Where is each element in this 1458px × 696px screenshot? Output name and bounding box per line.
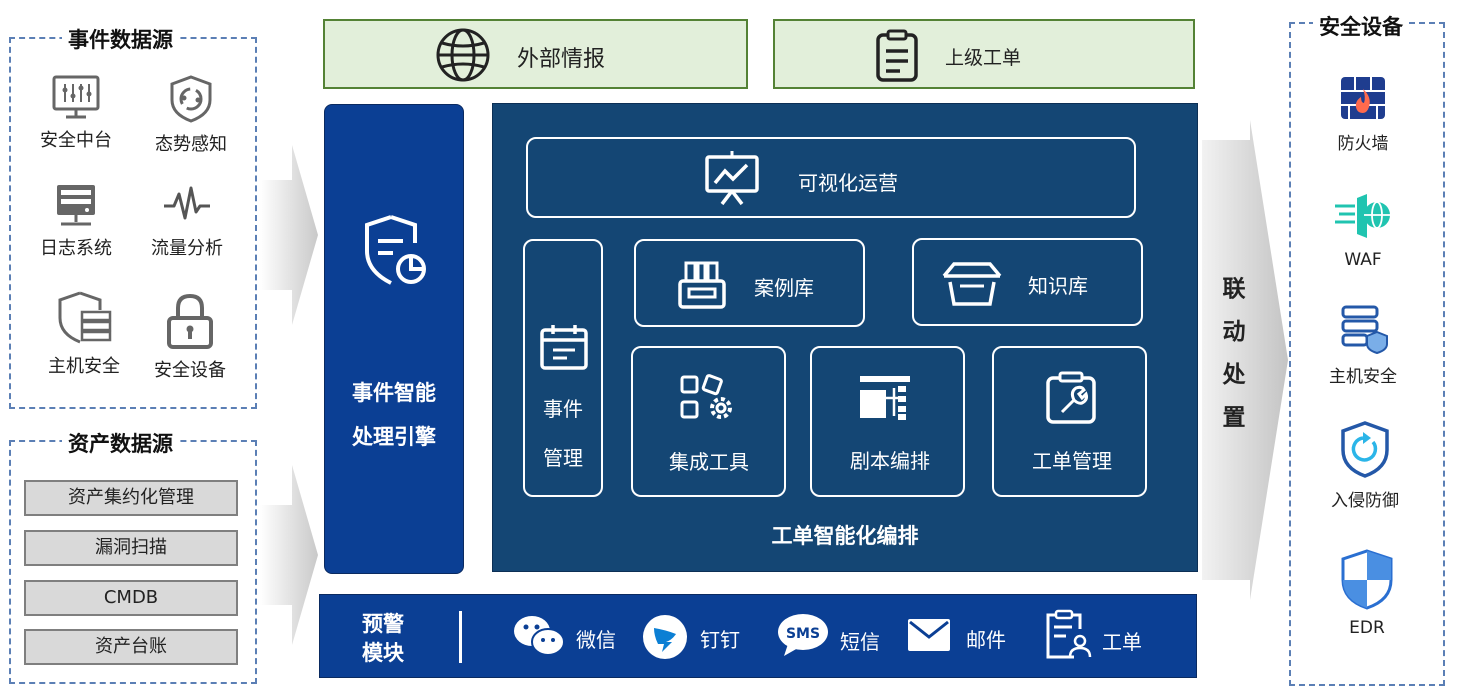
asset-item: 资产集约化管理 [24, 480, 238, 516]
linkage-char: 置 [1222, 405, 1246, 431]
ticket-user-icon [1046, 609, 1092, 659]
edr-shield-icon [1341, 549, 1393, 610]
playbook-label: 剧本编排 [850, 449, 930, 473]
dingtalk-icon [643, 615, 687, 659]
channel-dingtalk: 钉钉 [700, 628, 740, 652]
event-mgmt-box: 事件 管理 [523, 239, 603, 497]
device-host-security: 主机安全 [1288, 304, 1438, 387]
case-lib-label: 案例库 [754, 276, 814, 300]
device-label: WAF [1344, 250, 1382, 270]
source-label: 主机安全 [48, 356, 120, 377]
shield-cycle-icon [170, 75, 212, 123]
source-host-security: 主机安全 [34, 290, 134, 378]
alert-title-line2: 模块 [362, 641, 404, 665]
asset-item: CMDB [24, 580, 238, 616]
channel-wechat: 微信 [576, 628, 616, 652]
waf-globe-icon [1335, 194, 1390, 238]
playbook-box: 剧本编排 [810, 346, 965, 497]
event-mgmt-line1: 事件 [543, 397, 583, 421]
channel-ticket: 工单 [1102, 630, 1142, 654]
device-firewall: 防火墙 [1288, 75, 1438, 154]
asset-item: 资产台账 [24, 629, 238, 665]
integration-tools-box: 集成工具 [631, 346, 786, 497]
asset-item: 漏洞扫描 [24, 530, 238, 566]
source-label: 日志系统 [40, 238, 112, 259]
asset-sources-title: 资产数据源 [62, 428, 179, 458]
source-situation-awareness: 态势感知 [141, 74, 241, 156]
svg-text:SMS: SMS [786, 626, 820, 642]
wechat-icon [514, 616, 565, 656]
event-mgmt-line2: 管理 [543, 446, 583, 470]
linkage-arrow [1202, 120, 1288, 600]
globe-icon [436, 28, 490, 82]
orchestration-footer: 工单智能化编排 [771, 524, 919, 548]
shield-chart-icon [365, 215, 426, 285]
ticket-mgmt-box: 工单管理 [992, 346, 1147, 497]
server-icon [57, 185, 95, 226]
external-intel-label: 外部情报 [517, 47, 606, 72]
source-label: 流量分析 [151, 238, 223, 259]
event-engine-column: 事件智能 处理引擎 [324, 104, 464, 574]
security-devices-title: 安全设备 [1313, 11, 1409, 41]
source-label: 安全中台 [40, 130, 112, 151]
knowledge-lib-box: 知识库 [912, 238, 1143, 326]
presentation-board-icon [705, 151, 759, 206]
device-label: 主机安全 [1329, 367, 1397, 387]
event-sources-title: 事件数据源 [62, 24, 179, 54]
firewall-icon [1341, 77, 1385, 119]
dashboard-monitor-icon [52, 75, 100, 119]
alert-title-line1: 预警 [362, 612, 404, 636]
source-label: 态势感知 [155, 134, 227, 155]
device-intrusion-defense: 入侵防御 [1290, 420, 1440, 511]
flowchart-icon [860, 376, 910, 420]
device-waf: WAF [1288, 192, 1438, 270]
linkage-label: 联 动 处 置 [1221, 268, 1247, 440]
knowledge-book-icon [942, 262, 1002, 306]
alert-divider [459, 611, 462, 663]
linkage-char: 联 [1222, 276, 1246, 302]
sms-icon: SMS [778, 614, 828, 656]
mail-icon [908, 619, 950, 651]
host-security-icon [1341, 305, 1388, 354]
channel-mail: 邮件 [966, 628, 1006, 652]
source-traffic-analysis: 流量分析 [137, 182, 237, 260]
shield-server-icon [58, 291, 112, 344]
clipboard-wrench-icon [1046, 371, 1096, 424]
external-intel-box: 外部情报 [323, 19, 748, 89]
superior-ticket-label: 上级工单 [945, 47, 1022, 69]
source-label: 安全设备 [154, 360, 226, 381]
file-cabinet-icon [678, 261, 726, 309]
calendar-icon [540, 325, 588, 370]
flow-arrows [260, 145, 318, 645]
engine-title-line2: 处理引擎 [352, 425, 436, 449]
integration-tools-label: 集成工具 [669, 450, 749, 474]
visual-ops-box: 可视化运营 [526, 137, 1136, 218]
device-edr: EDR [1292, 548, 1442, 638]
intrusion-defense-icon [1341, 421, 1389, 478]
clipboard-icon [876, 29, 918, 82]
channel-sms: 短信 [840, 630, 880, 654]
app-gear-icon [680, 374, 732, 419]
source-log-system: 日志系统 [26, 182, 126, 260]
linkage-char: 动 [1222, 319, 1246, 345]
ticket-mgmt-label: 工单管理 [1032, 449, 1112, 473]
visual-ops-label: 可视化运营 [798, 171, 898, 195]
device-label: EDR [1349, 618, 1385, 638]
source-security-platform: 安全中台 [26, 74, 126, 152]
device-label: 入侵防御 [1331, 491, 1399, 511]
engine-title-line1: 事件智能 [352, 381, 436, 405]
pulse-icon [164, 186, 210, 220]
device-label: 防火墙 [1337, 134, 1389, 154]
case-lib-box: 案例库 [634, 239, 865, 327]
lock-icon [167, 293, 213, 349]
source-security-device: 安全设备 [140, 292, 240, 382]
knowledge-lib-label: 知识库 [1028, 274, 1088, 298]
linkage-char: 处 [1222, 362, 1246, 388]
superior-ticket-box: 上级工单 [773, 19, 1195, 89]
